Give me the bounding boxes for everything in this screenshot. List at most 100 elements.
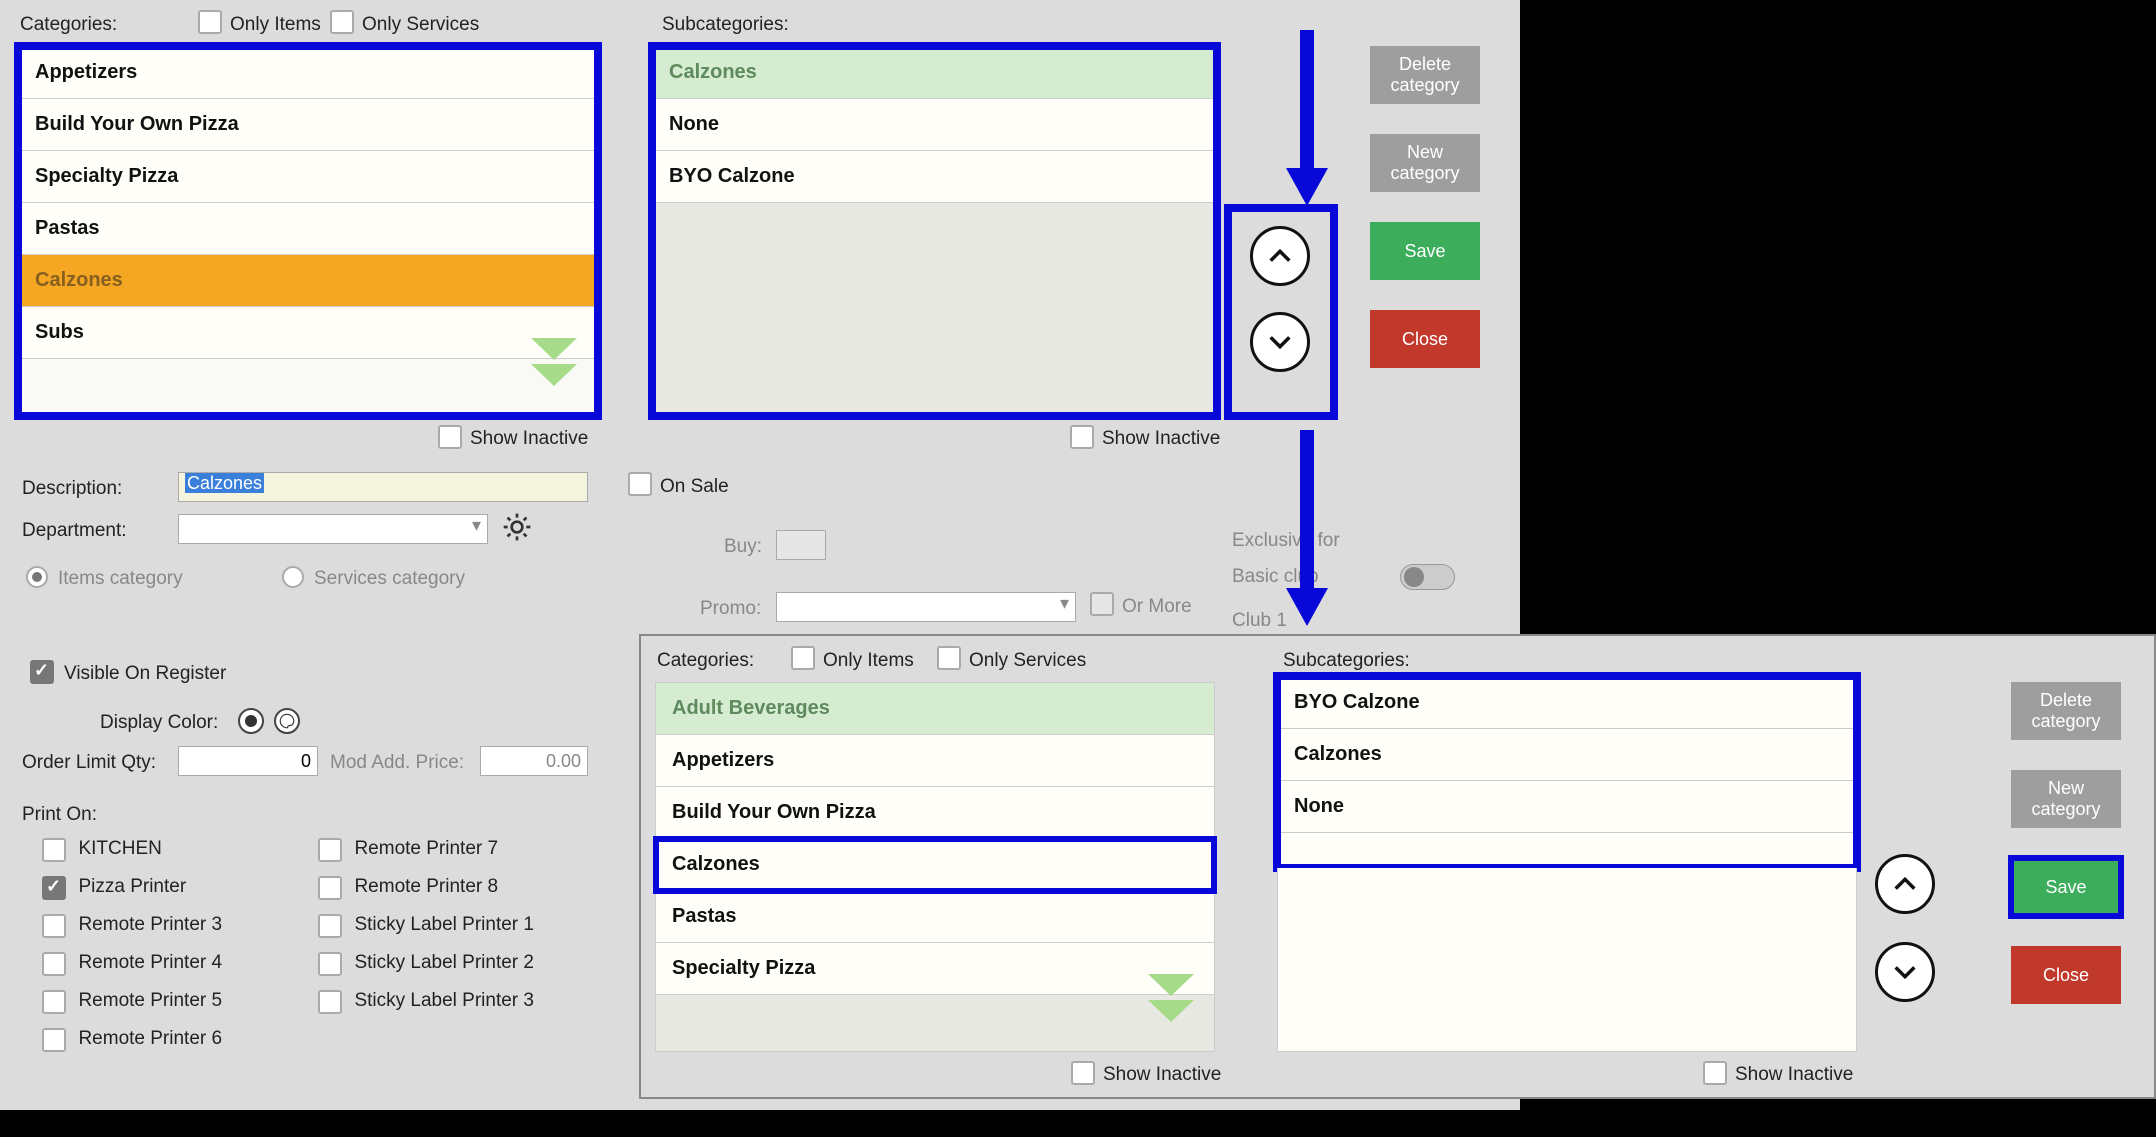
printer-checkbox[interactable] [42, 914, 66, 938]
subcat-row[interactable]: Calzones [1278, 729, 1856, 781]
move-up-button[interactable] [1250, 226, 1310, 286]
subcategories-label: Subcategories: [662, 14, 789, 36]
chevron-up-icon [1891, 870, 1919, 898]
dropdown-icon: ▾ [1060, 593, 1069, 614]
only-services-checkbox[interactable] [937, 646, 961, 670]
description-label: Description: [22, 478, 122, 500]
only-items-label: Only Items [823, 650, 914, 672]
cat-row[interactable]: Build Your Own Pizza [656, 787, 1214, 839]
move-down-button[interactable] [1250, 312, 1310, 372]
cat-row[interactable]: Specialty Pizza [656, 943, 1214, 995]
cat-row[interactable]: Pastas [19, 203, 597, 255]
subcat-row[interactable]: BYO Calzone [653, 151, 1216, 203]
new-category-button[interactable]: New category [2011, 770, 2121, 828]
chevron-down-icon [1891, 958, 1919, 986]
mod-add-input[interactable] [480, 746, 588, 776]
cat-row[interactable]: Appetizers [656, 735, 1214, 787]
basic-club-toggle[interactable] [1400, 564, 1455, 590]
cat-show-inactive-checkbox[interactable] [438, 425, 462, 449]
color-palette-button[interactable] [274, 708, 300, 734]
printer-label: Sticky Label Printer 3 [354, 990, 534, 1011]
items-category-radio[interactable] [26, 566, 48, 588]
save-button[interactable]: Save [2011, 858, 2121, 916]
move-down-button[interactable] [1875, 942, 1935, 1002]
description-input[interactable]: Calzones [178, 472, 588, 502]
subcategories-label: Subcategories: [1283, 650, 1410, 672]
promo-label: Promo: [700, 598, 761, 620]
promo-select[interactable]: ▾ [776, 592, 1076, 622]
cat-row[interactable]: Subs [19, 307, 597, 359]
new-category-button[interactable]: New category [1370, 134, 1480, 192]
subcat-show-inactive-checkbox[interactable] [1703, 1061, 1727, 1085]
subcat-row-selected[interactable]: Calzones [653, 47, 1216, 99]
printer-checkbox[interactable] [42, 990, 66, 1014]
color-primary-button[interactable] [238, 708, 264, 734]
printer-checkbox[interactable] [42, 952, 66, 976]
printer-checkbox[interactable] [318, 990, 342, 1014]
printer-checkbox[interactable] [318, 952, 342, 976]
cat-row[interactable]: Appetizers [19, 47, 597, 99]
items-category-label: Items category [58, 568, 183, 590]
on-sale-checkbox[interactable] [628, 472, 652, 496]
club1-label: Club 1 [1232, 610, 1287, 632]
printer-checkbox[interactable] [42, 876, 66, 900]
visible-on-register-checkbox[interactable] [30, 660, 54, 684]
printer-checkbox[interactable] [318, 838, 342, 862]
subcategories-list[interactable]: Calzones None BYO Calzone [652, 46, 1217, 416]
order-limit-input[interactable] [178, 746, 318, 776]
printer-checkbox[interactable] [42, 1028, 66, 1052]
subcat-row[interactable]: BYO Calzone [1278, 677, 1856, 729]
subcat-show-inactive-checkbox[interactable] [1070, 425, 1094, 449]
cat-row-selected[interactable]: Adult Beverages [656, 683, 1214, 735]
or-more-checkbox[interactable] [1090, 592, 1114, 616]
department-select[interactable]: ▾ [178, 514, 488, 544]
cat-row[interactable]: Build Your Own Pizza [19, 99, 597, 151]
save-button-highlight: Save [2011, 858, 2121, 916]
subcategories-list[interactable]: BYO Calzone Calzones None [1277, 676, 1857, 868]
cat-show-inactive-label: Show Inactive [1103, 1064, 1221, 1086]
only-services-label: Only Services [969, 650, 1086, 672]
buy-input[interactable] [776, 530, 826, 560]
printer-label: Remote Printer 3 [78, 914, 222, 935]
printer-label: Sticky Label Printer 1 [354, 914, 534, 935]
cat-show-inactive-label: Show Inactive [470, 428, 588, 450]
printer-checkbox[interactable] [318, 876, 342, 900]
cat-row[interactable]: Pastas [656, 891, 1214, 943]
basic-club-label: Basic club [1232, 566, 1319, 588]
visible-on-register-label: Visible On Register [64, 663, 226, 685]
only-items-checkbox[interactable] [198, 10, 222, 34]
buy-label: Buy: [724, 536, 762, 558]
only-services-checkbox[interactable] [330, 10, 354, 34]
printer-checkbox[interactable] [318, 914, 342, 938]
delete-category-button[interactable]: Delete category [1370, 46, 1480, 104]
only-items-label: Only Items [230, 14, 321, 36]
cat-row[interactable]: Specialty Pizza [19, 151, 597, 203]
on-sale-label: On Sale [660, 476, 729, 498]
categories-list[interactable]: Adult Beverages Appetizers Build Your Ow… [655, 682, 1215, 1052]
action-buttons: Delete category New category Save Close [2011, 682, 2121, 1004]
cat-row-highlighted[interactable]: Calzones [656, 839, 1214, 891]
categories-list[interactable]: Appetizers Build Your Own Pizza Specialt… [18, 46, 598, 416]
subcat-show-inactive-label: Show Inactive [1102, 428, 1220, 450]
save-button[interactable]: Save [1370, 222, 1480, 280]
move-up-button[interactable] [1875, 854, 1935, 914]
subcat-row[interactable]: None [653, 99, 1216, 151]
gear-icon[interactable] [500, 510, 534, 544]
only-services-label: Only Services [362, 14, 479, 36]
printer-label: Pizza Printer [78, 876, 186, 897]
printer-checkbox[interactable] [42, 838, 66, 862]
cat-show-inactive-checkbox[interactable] [1071, 1061, 1095, 1085]
cat-row-selected[interactable]: Calzones [19, 255, 597, 307]
printers-col1: KITCHEN Pizza Printer Remote Printer 3 R… [42, 838, 222, 1052]
delete-category-button[interactable]: Delete category [2011, 682, 2121, 740]
subcat-row[interactable]: None [1278, 781, 1856, 833]
printer-label: Remote Printer 8 [354, 876, 498, 897]
printers-col2: Remote Printer 7 Remote Printer 8 Sticky… [318, 838, 534, 1014]
printer-label: Remote Printer 5 [78, 990, 222, 1011]
close-button[interactable]: Close [2011, 946, 2121, 1004]
categories-label: Categories: [20, 14, 117, 36]
close-button[interactable]: Close [1370, 310, 1480, 368]
only-items-checkbox[interactable] [791, 646, 815, 670]
order-limit-label: Order Limit Qty: [22, 752, 156, 774]
services-category-radio[interactable] [282, 566, 304, 588]
